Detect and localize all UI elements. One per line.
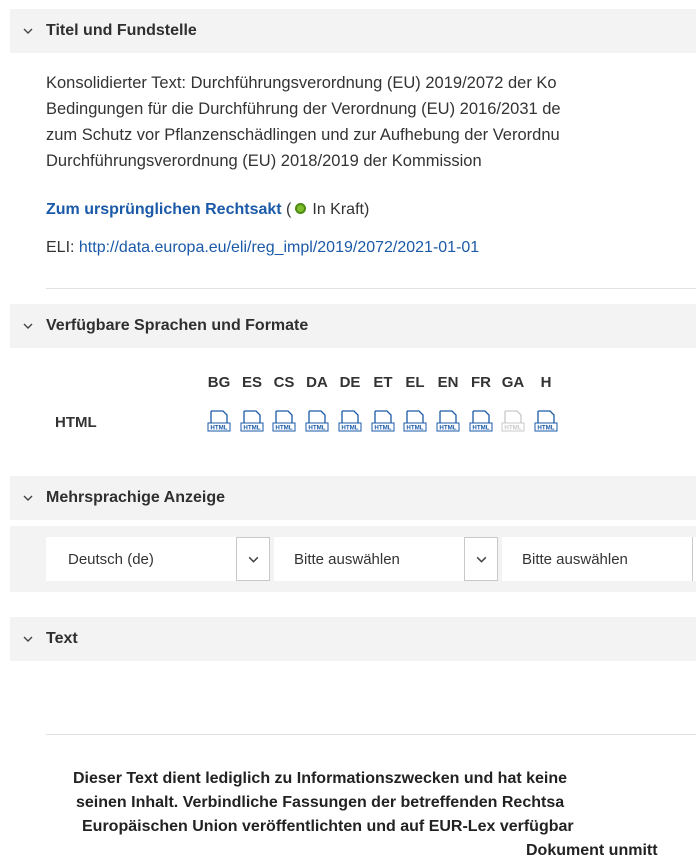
chevron-down-icon xyxy=(476,556,486,563)
section-title: Titel und Fundstelle xyxy=(46,22,197,39)
language-code-en: EN xyxy=(437,374,459,391)
format-row-label: HTML xyxy=(55,414,97,431)
section-title: Mehrsprachige Anzeige xyxy=(46,489,226,506)
notice-line: seinen Inhalt. Verbindliche Fassungen de… xyxy=(76,794,565,811)
section-header-multilingual[interactable]: Mehrsprachige Anzeige xyxy=(10,476,696,520)
html-format-icon[interactable]: HTML xyxy=(338,409,362,433)
svg-text:HTML: HTML xyxy=(504,425,521,432)
select-value: Bitte auswählen xyxy=(294,550,400,568)
language-code-et: ET xyxy=(373,374,393,391)
html-format-icon[interactable]: HTML xyxy=(207,409,231,433)
html-format-icon[interactable]: HTML xyxy=(469,409,493,433)
svg-text:HTML: HTML xyxy=(537,425,554,432)
notice-line: Europäischen Union veröffentlichten und … xyxy=(82,818,574,835)
svg-text:HTML: HTML xyxy=(275,425,292,432)
svg-text:HTML: HTML xyxy=(243,425,260,432)
notice-line: Dieser Text dient lediglich zu Informati… xyxy=(73,770,568,787)
html-format-icon[interactable]: HTML xyxy=(436,409,460,433)
svg-text:HTML: HTML xyxy=(439,425,456,432)
status-text: In Kraft) xyxy=(312,201,370,218)
original-act-row: Zum ursprünglichen Rechtsakt ( In Kraft) xyxy=(46,201,369,219)
html-format-icon[interactable]: HTML xyxy=(403,409,427,433)
language-code-cs: CS xyxy=(273,374,295,391)
chevron-down-icon xyxy=(22,320,34,332)
chevron-down-icon xyxy=(22,492,34,504)
language-code-ga: GA xyxy=(501,374,525,391)
section-header-title[interactable]: Titel und Fundstelle xyxy=(10,9,696,53)
svg-text:HTML: HTML xyxy=(374,425,391,432)
select-3-dropdown-button[interactable] xyxy=(692,537,696,581)
divider xyxy=(46,288,696,289)
chevron-down-icon xyxy=(22,633,34,645)
status-indicator-icon xyxy=(295,203,307,215)
eli-row: ELI: http://data.europa.eu/eli/reg_impl/… xyxy=(46,239,479,257)
language-code-da: DA xyxy=(306,374,328,391)
language-select-3[interactable]: Bitte auswählen xyxy=(502,537,692,581)
notice-line: Dokument unmitt xyxy=(526,842,658,859)
section-header-text[interactable]: Text xyxy=(10,617,696,661)
html-format-icon[interactable]: HTML xyxy=(240,409,264,433)
language-code-bg: BG xyxy=(207,374,231,391)
html-format-icon: HTML xyxy=(501,409,525,433)
language-select-2[interactable]: Bitte auswählen xyxy=(274,537,464,581)
divider xyxy=(46,734,696,735)
chevron-down-icon xyxy=(22,25,34,37)
svg-text:HTML: HTML xyxy=(341,425,358,432)
svg-text:HTML: HTML xyxy=(210,425,227,432)
document-title: Konsolidierter Text: Durchführungsverord… xyxy=(46,70,696,174)
language-code-h: H xyxy=(540,374,552,391)
language-code-fr: FR xyxy=(471,374,491,391)
chevron-down-icon xyxy=(248,556,258,563)
title-line: Durchführungsverordnung (EU) 2018/2019 d… xyxy=(46,152,482,170)
html-format-icon[interactable]: HTML xyxy=(272,409,296,433)
html-format-icon[interactable]: HTML xyxy=(534,409,558,433)
select-value: Bitte auswählen xyxy=(522,550,628,568)
select-value: Deutsch (de) xyxy=(68,550,154,568)
language-code-es: ES xyxy=(241,374,262,391)
language-code-de: DE xyxy=(339,374,361,391)
svg-text:HTML: HTML xyxy=(472,425,489,432)
select-1-dropdown-button[interactable] xyxy=(236,537,270,581)
svg-text:HTML: HTML xyxy=(406,425,423,432)
html-format-icon[interactable]: HTML xyxy=(371,409,395,433)
eli-label: ELI: xyxy=(46,239,79,256)
original-act-link[interactable]: Zum ursprünglichen Rechtsakt xyxy=(46,201,282,218)
language-select-1[interactable]: Deutsch (de) xyxy=(46,537,236,581)
section-header-languages[interactable]: Verfügbare Sprachen und Formate xyxy=(10,304,696,348)
svg-text:HTML: HTML xyxy=(308,425,325,432)
select-2-dropdown-button[interactable] xyxy=(464,537,498,581)
status-paren: ( xyxy=(286,201,292,218)
eli-link[interactable]: http://data.europa.eu/eli/reg_impl/2019/… xyxy=(79,239,479,256)
language-code-el: EL xyxy=(405,374,425,391)
title-line: Konsolidierter Text: Durchführungsverord… xyxy=(46,74,557,92)
html-format-icon[interactable]: HTML xyxy=(305,409,329,433)
title-line: Bedingungen für die Durchführung der Ver… xyxy=(46,100,561,118)
title-line: zum Schutz vor Pflanzenschädlingen und z… xyxy=(46,126,560,144)
section-title: Verfügbare Sprachen und Formate xyxy=(46,317,309,334)
section-title: Text xyxy=(46,630,78,647)
